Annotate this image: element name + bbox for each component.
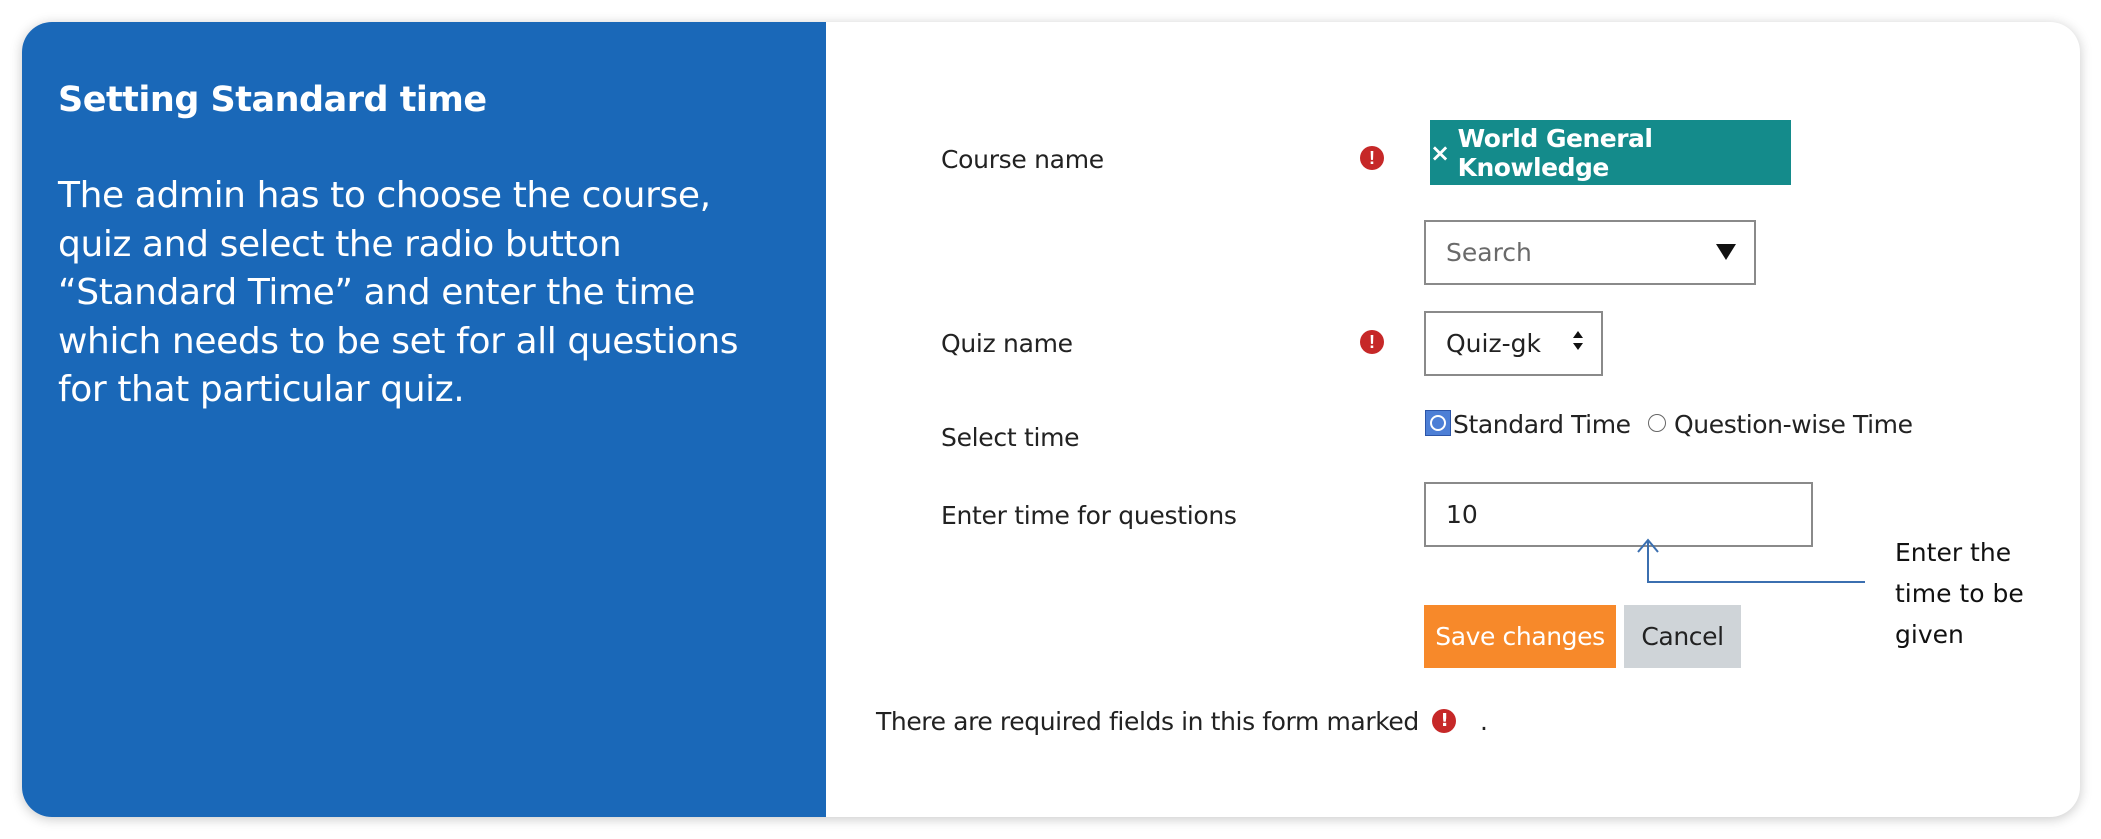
save-changes-button[interactable]: Save changes bbox=[1424, 605, 1616, 668]
required-icon: ! bbox=[1432, 709, 1457, 733]
required-note-text: There are required fields in this form m… bbox=[876, 707, 1419, 736]
info-description: The admin has to choose the course, quiz… bbox=[58, 175, 739, 410]
required-fields-note: There are required fields in this form m… bbox=[876, 707, 1488, 736]
annotation-text: Enter the time to be given bbox=[1895, 538, 2024, 649]
cancel-button[interactable]: Cancel bbox=[1624, 605, 1741, 668]
annotation-arrow bbox=[1637, 538, 1865, 583]
info-title: Setting Standard time bbox=[58, 80, 487, 120]
form-screenshot: Course name ! × World General Knowledge … bbox=[826, 22, 2080, 817]
info-panel: Setting Standard time The admin has to c… bbox=[22, 22, 826, 817]
required-note-period: . bbox=[1479, 707, 1488, 736]
slide-card: Setting Standard time The admin has to c… bbox=[22, 22, 2080, 817]
